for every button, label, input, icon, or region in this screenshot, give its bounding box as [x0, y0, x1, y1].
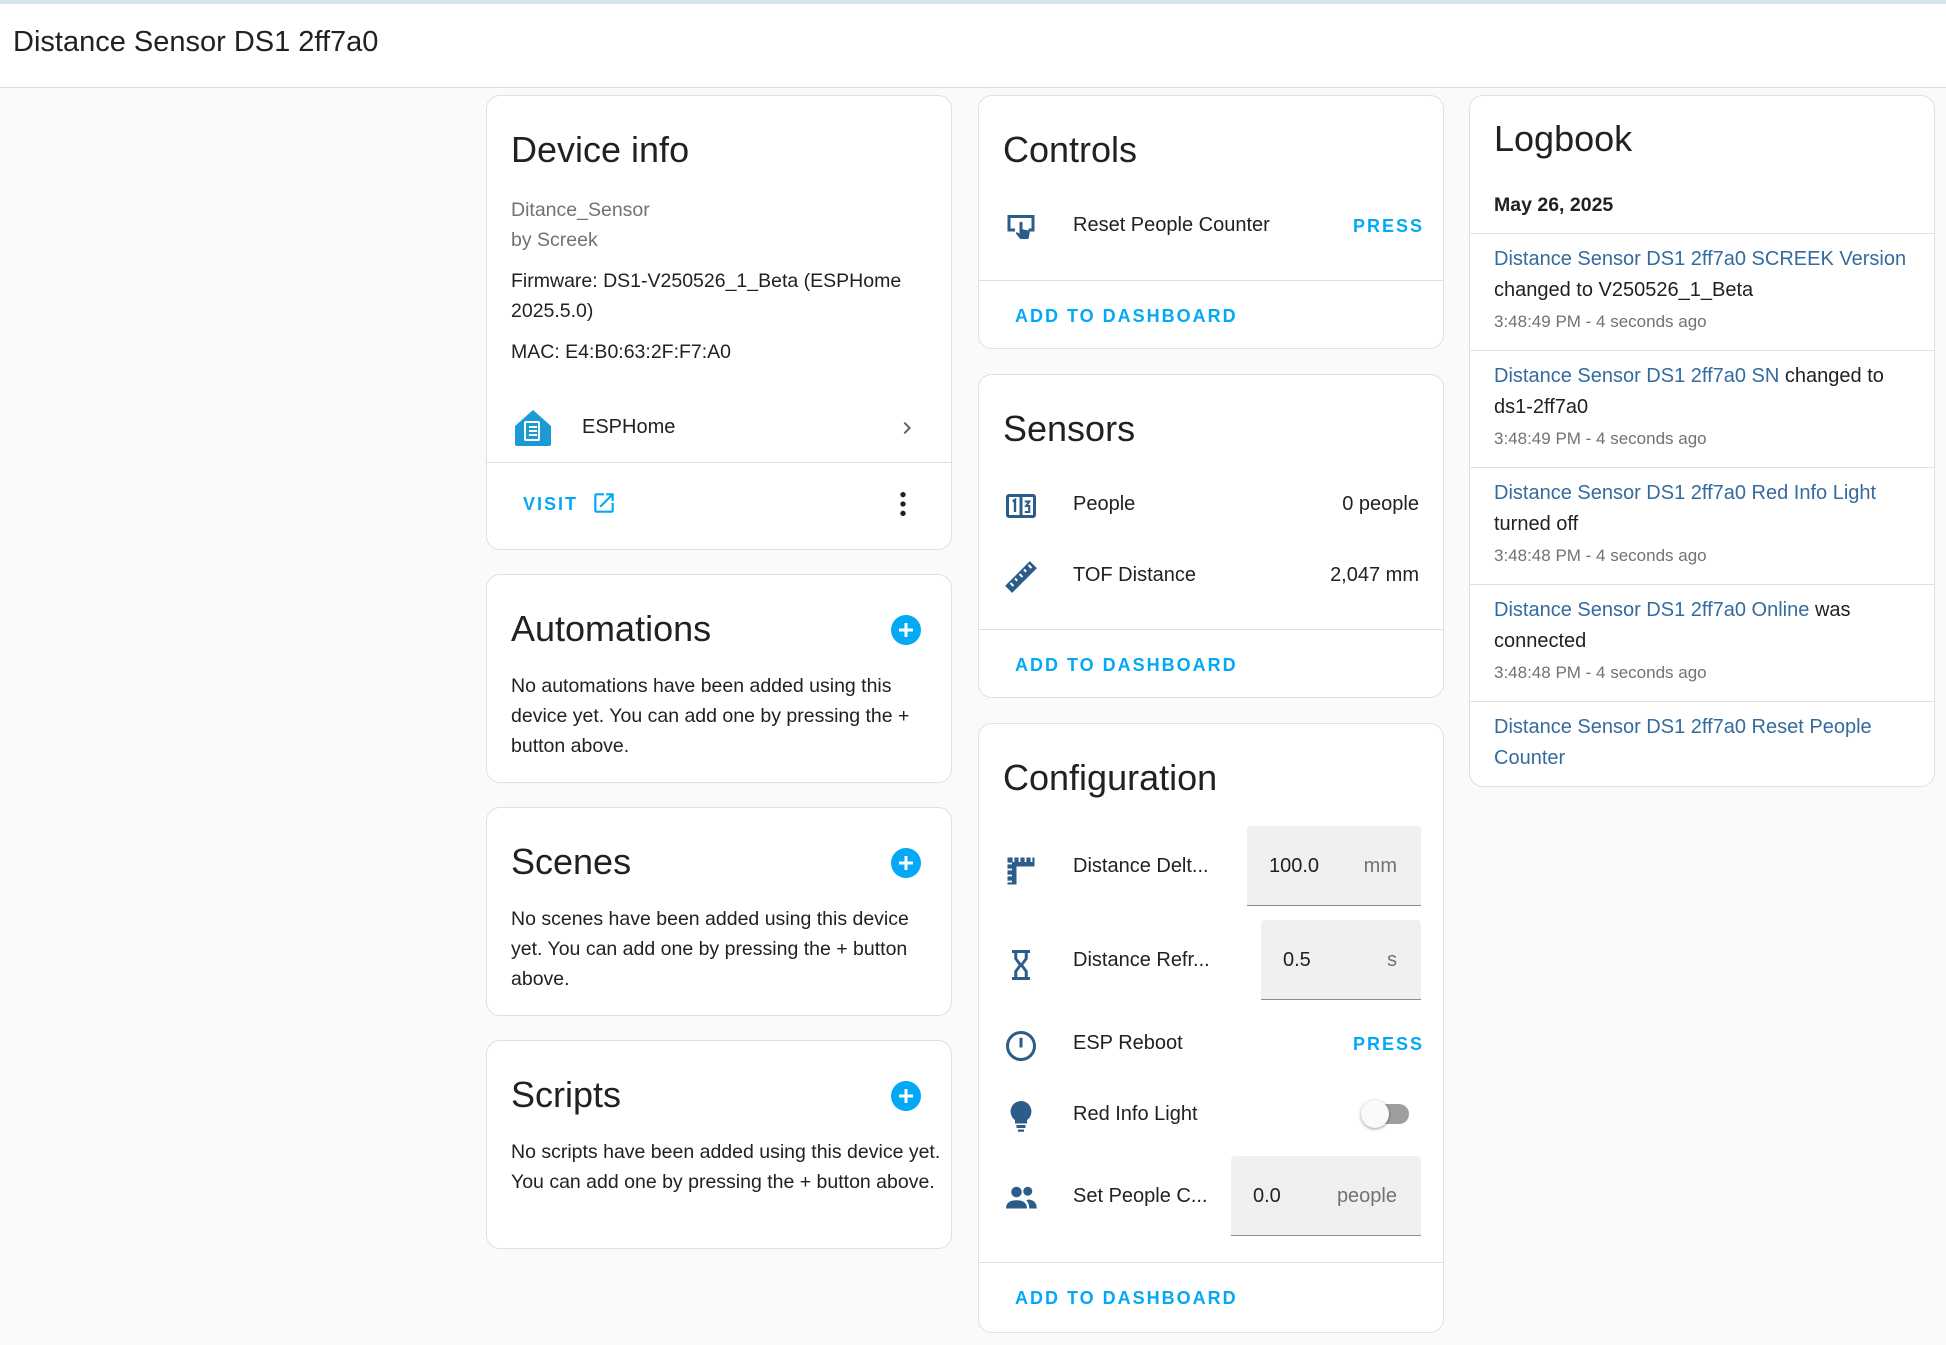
config-name: Red Info Light	[1073, 1103, 1198, 1125]
divider	[979, 280, 1443, 281]
add-to-dashboard-button[interactable]: ADD TO DASHBOARD	[1015, 1288, 1238, 1309]
sensor-name: People	[1073, 493, 1136, 515]
firmware-line-2: 2025.5.0)	[511, 300, 594, 322]
logbook-card: Logbook May 26, 2025 Distance Sensor DS1…	[1469, 95, 1935, 787]
timer-sand-icon	[1003, 947, 1039, 983]
distance-refresh-field[interactable]: 0.5 s	[1261, 920, 1421, 1000]
field-unit: people	[1336, 1185, 1397, 1207]
sensor-value: 0 people	[1342, 493, 1419, 515]
distance-delta-field[interactable]: 100.0 mm	[1247, 826, 1421, 906]
sensor-value: 2,047 mm	[1330, 564, 1419, 586]
card-title: Scripts	[511, 1074, 622, 1115]
divider	[1470, 584, 1934, 585]
divider	[979, 1262, 1443, 1263]
log-entry: Distance Sensor DS1 2ff7a0 SN changed to…	[1494, 361, 1916, 423]
sensor-name: TOF Distance	[1073, 564, 1196, 586]
sensors-card: Sensors People 0 people TOF Distance 2,0…	[978, 374, 1444, 698]
log-message: turned off	[1494, 513, 1579, 535]
log-time: 3:48:48 PM - 4 seconds ago	[1494, 546, 1707, 565]
logbook-date: May 26, 2025	[1494, 194, 1614, 216]
config-name: Distance Delt...	[1073, 855, 1209, 877]
account-group-icon	[1003, 1180, 1039, 1216]
log-entity-link[interactable]: Distance Sensor DS1 2ff7a0 SCREEK Versio…	[1494, 248, 1906, 270]
field-value: 0.5	[1283, 949, 1311, 971]
field-value: 0.0	[1253, 1185, 1281, 1207]
add-scene-button[interactable]	[891, 848, 921, 878]
divider	[1470, 233, 1934, 234]
automations-card: Automations No automations have been add…	[486, 574, 952, 783]
scripts-card: Scripts No scripts have been added using…	[486, 1040, 952, 1249]
set-people-count-field[interactable]: 0.0 people	[1231, 1156, 1421, 1236]
ruler-icon	[1003, 559, 1039, 595]
field-unit: s	[1387, 949, 1397, 971]
visit-label: VISIT	[523, 494, 579, 514]
add-script-button[interactable]	[891, 1081, 921, 1111]
card-title: Controls	[1003, 129, 1138, 170]
card-title: Configuration	[1003, 757, 1218, 798]
divider	[1470, 350, 1934, 351]
press-button[interactable]: PRESS	[1353, 216, 1424, 237]
lightbulb-icon	[1003, 1098, 1039, 1134]
divider	[487, 462, 951, 463]
add-automation-button[interactable]	[891, 615, 921, 645]
controls-card: Controls Reset People Counter PRESS ADD …	[978, 95, 1444, 349]
scenes-card: Scenes No scenes have been added using t…	[486, 807, 952, 1016]
divider	[1470, 701, 1934, 702]
toggle-knob	[1361, 1100, 1389, 1128]
page-title: Distance Sensor DS1 2ff7a0	[13, 26, 379, 58]
esphome-icon	[513, 408, 553, 448]
counter-icon	[1003, 488, 1039, 524]
gesture-tap-button-icon	[1003, 209, 1039, 245]
card-title: Device info	[511, 129, 690, 170]
overflow-menu-button[interactable]	[887, 488, 919, 520]
ruler-square-icon	[1003, 853, 1039, 889]
red-info-light-toggle[interactable]	[1361, 1100, 1409, 1128]
open-in-new-icon	[591, 490, 617, 516]
log-time: 3:48:48 PM - 4 seconds ago	[1494, 663, 1707, 682]
device-model: Ditance_Sensor	[511, 199, 650, 221]
log-entry: Distance Sensor DS1 2ff7a0 Online was co…	[1494, 595, 1916, 657]
config-name: Distance Refr...	[1073, 949, 1210, 971]
divider	[1470, 467, 1934, 468]
log-entry: Distance Sensor DS1 2ff7a0 Red Info Ligh…	[1494, 478, 1916, 540]
field-value: 100.0	[1269, 855, 1320, 877]
device-info-card: Device info Ditance_Sensor by Screek Fir…	[486, 95, 952, 550]
card-title: Sensors	[1003, 408, 1136, 449]
restart-icon	[1003, 1028, 1039, 1064]
control-name: Reset People Counter	[1073, 214, 1270, 236]
mac-address: MAC: E4:B0:63:2F:F7:A0	[511, 341, 732, 363]
card-title: Automations	[511, 608, 712, 649]
config-name: Set People C...	[1073, 1185, 1208, 1207]
log-entity-link[interactable]: Distance Sensor DS1 2ff7a0 SN	[1494, 365, 1779, 387]
add-to-dashboard-button[interactable]: ADD TO DASHBOARD	[1015, 306, 1238, 327]
divider	[979, 629, 1443, 630]
log-entity-link[interactable]: Distance Sensor DS1 2ff7a0 Reset People …	[1494, 716, 1872, 769]
log-entity-link[interactable]: Distance Sensor DS1 2ff7a0 Online	[1494, 599, 1809, 621]
config-name: ESP Reboot	[1073, 1032, 1183, 1054]
integration-row[interactable]: ESPHome	[487, 396, 951, 462]
log-entity-link[interactable]: Distance Sensor DS1 2ff7a0 Red Info Ligh…	[1494, 482, 1876, 504]
integration-label: ESPHome	[582, 416, 676, 438]
log-time: 3:48:49 PM - 4 seconds ago	[1494, 429, 1707, 448]
app-header: Distance Sensor DS1 2ff7a0	[0, 4, 1946, 88]
log-entry: Distance Sensor DS1 2ff7a0 Reset People …	[1494, 712, 1916, 774]
configuration-card: Configuration Distance Delt... 100.0 mm …	[978, 723, 1444, 1333]
empty-state-text: No scripts have been added using this de…	[511, 1141, 941, 1193]
log-time: 3:48:49 PM - 4 seconds ago	[1494, 312, 1707, 331]
device-manufacturer: by Screek	[511, 229, 598, 251]
press-button[interactable]: PRESS	[1353, 1034, 1424, 1055]
log-message: changed to V250526_1_Beta	[1494, 279, 1754, 301]
log-entry: Distance Sensor DS1 2ff7a0 SCREEK Versio…	[1494, 244, 1916, 306]
field-unit: mm	[1363, 855, 1397, 877]
card-title: Scenes	[511, 841, 632, 882]
chevron-right-icon	[895, 416, 919, 440]
card-title: Logbook	[1494, 118, 1633, 159]
empty-state-text: No scenes have been added using this dev…	[511, 908, 909, 990]
firmware-line-1: Firmware: DS1-V250526_1_Beta (ESPHome	[511, 270, 902, 292]
empty-state-text: No automations have been added using thi…	[511, 675, 910, 757]
add-to-dashboard-button[interactable]: ADD TO DASHBOARD	[1015, 655, 1238, 676]
